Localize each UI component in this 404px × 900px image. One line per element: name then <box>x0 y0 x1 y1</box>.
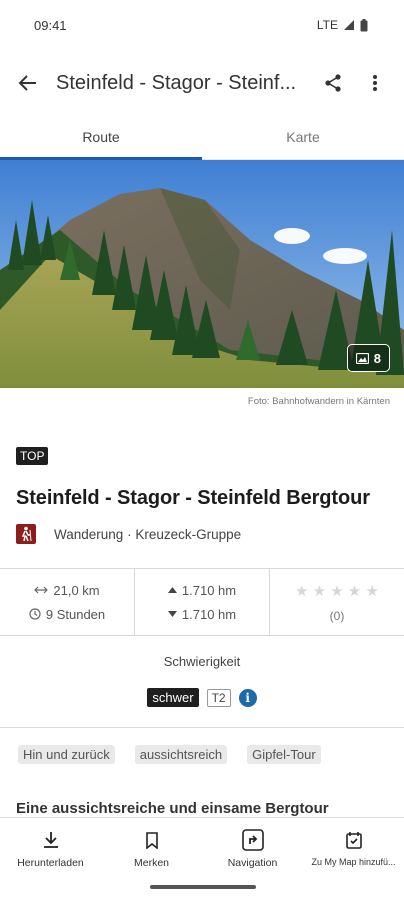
status-indicators: LTE <box>317 18 368 32</box>
navigation-icon <box>241 829 264 851</box>
hiking-icon <box>16 524 36 544</box>
hero-photo[interactable]: 8 <box>0 160 404 388</box>
navigation-button[interactable]: Navigation <box>202 818 303 877</box>
duration-value: 9 Stunden <box>45 606 106 622</box>
difficulty-row: schwer T2 i <box>0 688 404 707</box>
tab-route[interactable]: Route <box>0 118 202 160</box>
ascent-value: 1.710 hm <box>181 582 237 598</box>
tag-chip: Hin und zurück <box>18 745 115 764</box>
share-icon <box>325 74 341 92</box>
add-to-my-map-label: Zu My Map hinzufü... <box>311 857 396 867</box>
meta-separator: · <box>127 526 132 542</box>
status-bar: 09:41 LTE <box>0 0 404 50</box>
gallery-icon <box>355 352 369 364</box>
tag-chip: aussichtsreich <box>134 745 228 764</box>
descent-value: 1.710 hm <box>181 606 237 622</box>
stats-elevation: 1.710 hm 1.710 hm <box>134 569 269 635</box>
descent-icon <box>167 611 177 617</box>
more-options-button[interactable] <box>354 58 396 108</box>
signal-icon <box>344 20 354 30</box>
share-button[interactable] <box>312 58 354 108</box>
clock-icon <box>29 608 41 620</box>
battery-icon <box>360 18 368 31</box>
info-icon[interactable]: i <box>238 688 257 707</box>
network-label: LTE <box>316 18 338 32</box>
download-label: Herunterladen <box>17 857 84 869</box>
difficulty-label: Schwierigkeit <box>163 654 241 669</box>
bottom-nav: Herunterladen Merken Navigation Zu My Ma… <box>0 817 404 877</box>
add-to-my-map-button[interactable]: Zu My Map hinzufü... <box>303 818 404 877</box>
photo-credit: Foto: Bahnhofwandern in Kärnten <box>247 396 390 407</box>
tab-karte[interactable]: Karte <box>202 118 404 159</box>
tag-chip: Gipfel-Tour <box>247 745 321 764</box>
page-title: Steinfeld - Stagor - Steinf... <box>56 71 297 94</box>
back-button[interactable] <box>0 58 56 108</box>
more-vert-icon <box>373 75 377 91</box>
download-icon <box>43 832 58 848</box>
route-meta: Wanderung · Kreuzeck-Gruppe <box>16 524 241 544</box>
stats-rating[interactable]: ★ ★ ★ ★ ★ (0) <box>269 569 404 635</box>
rating-count: (0) <box>329 608 345 623</box>
difficulty-badge: schwer <box>147 688 199 707</box>
rating-stars: ★ ★ ★ ★ ★ <box>295 582 379 600</box>
status-time: 09:41 <box>34 17 67 33</box>
tag-list: Hin und zurück aussichtsreich Gipfel-Tou… <box>18 745 321 764</box>
stats-distance-duration: 21,0 km 9 Stunden <box>0 569 134 635</box>
difficulty-scale-badge: T2 <box>206 688 231 707</box>
route-title: Steinfeld - Stagor - Steinfeld Bergtour <box>16 487 370 509</box>
bookmark-button[interactable]: Merken <box>101 818 202 877</box>
app-bar: Steinfeld - Stagor - Steinf... <box>0 58 404 108</box>
photo-count-value: 8 <box>373 350 381 366</box>
mountain-landscape-image <box>0 160 404 388</box>
top-badge: TOP <box>16 447 49 465</box>
tab-bar: Route Karte <box>0 118 404 160</box>
navigation-label: Navigation <box>227 857 278 869</box>
route-teaser: Eine aussichtsreiche und einsame Bergtou… <box>16 800 329 817</box>
ascent-icon <box>167 587 177 593</box>
home-indicator[interactable] <box>150 885 256 889</box>
photo-count-badge[interactable]: 8 <box>346 344 390 372</box>
map-add-icon <box>345 832 362 849</box>
download-button[interactable]: Herunterladen <box>0 818 101 877</box>
arrow-back-icon <box>18 75 36 91</box>
bookmark-label: Merken <box>133 857 169 869</box>
divider <box>0 727 404 728</box>
stats-panel: 21,0 km 9 Stunden 1.710 hm 1.710 hm ★ ★ … <box>0 568 404 636</box>
bookmark-icon <box>145 831 158 849</box>
distance-icon <box>34 586 49 594</box>
route-region: Kreuzeck-Gruppe <box>135 526 242 542</box>
route-category: Wanderung <box>54 526 124 542</box>
distance-value: 21,0 km <box>53 582 100 598</box>
